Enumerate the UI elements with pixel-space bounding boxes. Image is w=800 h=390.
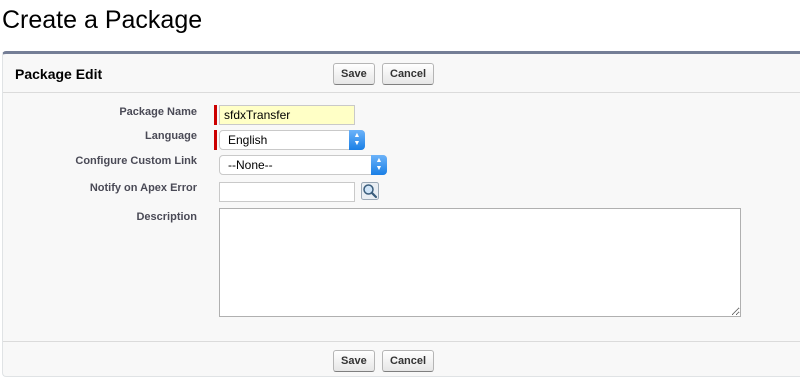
- custom-link-select[interactable]: --None-- ▲ ▼: [219, 155, 387, 175]
- page-title: Create a Package: [2, 6, 203, 34]
- language-label: Language: [145, 130, 197, 142]
- custom-link-label: Configure Custom Link: [75, 155, 197, 167]
- language-select[interactable]: English ▲ ▼: [219, 130, 365, 150]
- select-arrows-icon: ▲ ▼: [349, 130, 365, 150]
- package-name-input[interactable]: [219, 105, 355, 125]
- package-edit-panel: Package Edit Save Cancel Package Name La…: [2, 51, 800, 377]
- lookup-icon[interactable]: [361, 182, 379, 200]
- description-label: Description: [136, 211, 197, 223]
- cancel-button-top[interactable]: Cancel: [382, 63, 435, 85]
- language-required-indicator: [214, 130, 217, 150]
- description-textarea[interactable]: [219, 208, 741, 317]
- select-arrows-icon: ▲ ▼: [371, 155, 387, 175]
- cancel-button-bottom[interactable]: Cancel: [382, 350, 435, 372]
- apex-error-label: Notify on Apex Error: [89, 182, 197, 194]
- language-select-value: English: [228, 133, 268, 147]
- apex-error-input[interactable]: [219, 182, 355, 202]
- panel-header: Package Edit Save Cancel: [3, 54, 800, 93]
- save-button-top[interactable]: Save: [333, 63, 375, 85]
- custom-link-select-value: --None--: [228, 158, 273, 172]
- package-name-label: Package Name: [119, 106, 197, 118]
- save-button-bottom[interactable]: Save: [333, 350, 375, 372]
- panel-footer: Save Cancel: [3, 341, 800, 379]
- package-name-required-indicator: [214, 105, 217, 125]
- panel-title: Package Edit: [15, 66, 103, 82]
